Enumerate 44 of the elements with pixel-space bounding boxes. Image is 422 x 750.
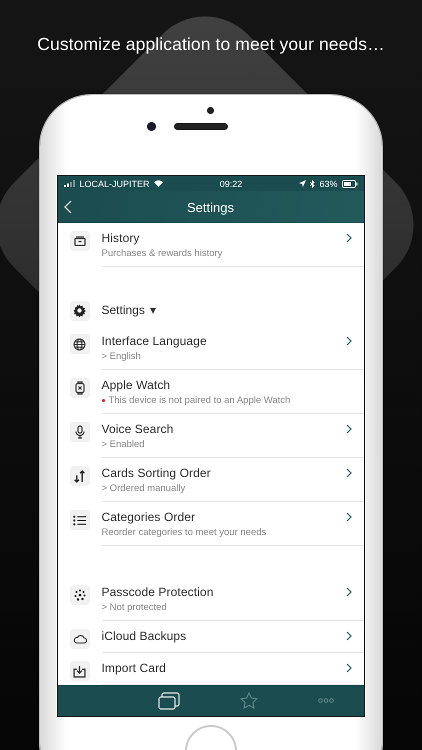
wifi-icon [154, 180, 163, 187]
row-title: Cards Sorting Order [102, 466, 212, 480]
speaker-grille [174, 123, 228, 130]
row-subtitle: > Enabled [102, 439, 145, 450]
row-title: Passcode Protection [102, 585, 214, 599]
drawer-icon [74, 236, 86, 246]
globe-icon [73, 338, 86, 350]
row-subtitle: > Not protected [102, 602, 167, 613]
settings-icon [73, 304, 86, 317]
row-subtitle: This device is not paired to an Apple Watch [108, 395, 290, 406]
headline: Customize application to meet your needs… [37, 34, 385, 56]
section-header[interactable]: Settings ▾ [102, 303, 156, 317]
battery-percent: 63% [319, 178, 338, 188]
clock-time: 09:22 [220, 178, 242, 188]
row-title: Apple Watch [102, 378, 172, 392]
row-title: History [102, 231, 141, 245]
keypad-dots-icon [74, 589, 86, 601]
signal-icon [64, 180, 76, 187]
row-title: Import Card [102, 661, 167, 675]
sort-arrows-icon [73, 470, 86, 482]
sensor-dot [207, 107, 214, 114]
more-tab[interactable] [318, 698, 334, 703]
row-subtitle: > Ordered manually [102, 483, 186, 494]
screen-title: Settings [186, 200, 235, 214]
row-subtitle: > English [102, 351, 141, 362]
bluetooth-icon [310, 180, 316, 188]
battery-icon [342, 180, 358, 188]
import-icon [73, 664, 86, 678]
cards-tab[interactable] [158, 692, 180, 710]
row-subtitle: Reorder categories to meet your needs [102, 527, 266, 538]
favorites-tab[interactable] [240, 692, 258, 709]
row-subtitle: Purchases & rewards history [102, 248, 222, 259]
cloud-icon [72, 634, 86, 644]
row-title: Interface Language [102, 334, 208, 348]
list-icon [73, 514, 86, 526]
row-title: Categories Order [102, 510, 196, 524]
camera-icon [147, 122, 156, 131]
location-arrow-icon [299, 180, 306, 187]
row-title: Voice Search [102, 422, 174, 436]
back-icon[interactable] [64, 200, 72, 214]
watch-icon [74, 381, 84, 395]
row-title: iCloud Backups [102, 629, 188, 643]
microphone-icon [74, 425, 84, 439]
carrier-name: LOCAL-JUPITER [80, 178, 150, 188]
